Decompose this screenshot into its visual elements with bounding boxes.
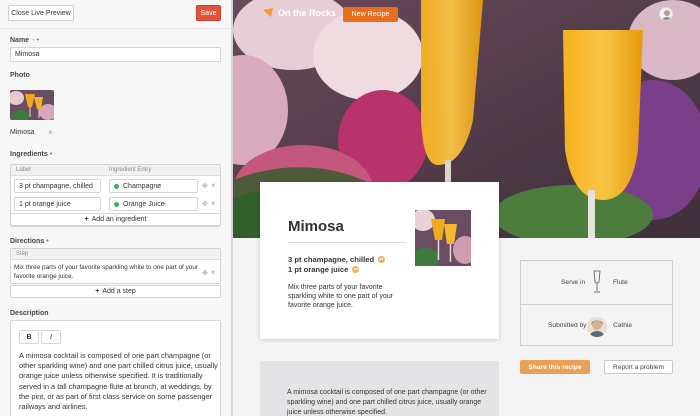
add-ingredient-button[interactable]: + Add an ingredient (10, 213, 221, 226)
recipe-info-box: Serve in Flute Submitted by Cathie (520, 260, 673, 346)
matched-status-dot (114, 201, 119, 207)
description-editor[interactable]: B I A mimosa cocktail is composed of one… (10, 320, 221, 416)
directions-table: Step Mix three parts of your favorite sp… (10, 248, 221, 284)
required-marker: • (36, 37, 40, 44)
live-preview: On the Rocks New Recipe Mimosa 3 pt cham… (233, 0, 700, 416)
recipe-editor-panel: Close Live Preview Save Name ◔ • Mimosa Ph… (0, 0, 231, 416)
share-recipe-button[interactable]: Share this recipe (520, 360, 590, 374)
brand-logo[interactable]: On the Rocks (262, 8, 336, 18)
recipe-title: Mimosa (288, 218, 344, 235)
ingredient-item: 3 pt champagne, chilled ⇄ (288, 255, 386, 264)
ingredient-label-input[interactable]: 3 pt champagne, chilled (14, 179, 101, 193)
submitted-by-label: Submitted by (548, 322, 587, 329)
ingredients-table-header: Label Ingredient Entry (11, 165, 220, 176)
column-ingredient-entry: Ingredient Entry (109, 167, 152, 173)
submitter-name: Cathie (613, 322, 633, 329)
serve-in-label: Serve in (561, 279, 586, 286)
description-text[interactable]: A mimosa cocktail is composed of one par… (19, 351, 219, 412)
photo-thumbnail[interactable] (10, 90, 54, 120)
ingredient-text: 3 pt champagne, chilled (288, 255, 375, 264)
toolbar-divider (0, 28, 231, 29)
column-step: Step (16, 251, 29, 257)
flute-glass-icon (593, 270, 601, 293)
new-recipe-button[interactable]: New Recipe (343, 7, 398, 22)
info-divider (521, 304, 672, 305)
remove-row-icon[interactable]: × (211, 199, 216, 208)
close-live-preview-button[interactable]: Close Live Preview (8, 5, 74, 21)
swap-icon[interactable]: ⇄ (378, 256, 386, 263)
glass-type: Flute (613, 279, 628, 286)
ingredient-entry-value: Orange Juice (123, 200, 165, 208)
description-label: Description (10, 310, 49, 317)
remove-row-icon[interactable]: × (211, 181, 216, 190)
direction-step-input[interactable]: Mix three parts of your favorite sparkli… (14, 263, 199, 281)
ingredient-entry-field[interactable]: Orange Juice × (109, 197, 198, 211)
ingredients-table: Label Ingredient Entry 3 pt champagne, c… (10, 164, 221, 227)
recipe-photo (411, 209, 477, 268)
plus-icon: + (95, 288, 100, 295)
eye-icon[interactable]: ◔ (31, 38, 35, 44)
drag-handle-icon[interactable]: ✥ (202, 269, 208, 277)
drag-handle-icon[interactable]: ✥ (202, 200, 208, 208)
ingredient-item: 1 pt orange juice ⇄ (288, 265, 360, 274)
user-avatar[interactable] (659, 7, 673, 21)
brand-name: On the Rocks (278, 8, 337, 18)
bold-button[interactable]: B (19, 330, 39, 344)
recipe-card: Mimosa 3 pt champagne, chilled ⇄ 1 pt ora… (260, 182, 499, 339)
remove-photo-icon[interactable]: × (48, 128, 53, 137)
column-label: Label (16, 167, 31, 173)
swap-icon[interactable]: ⇄ (352, 266, 360, 273)
italic-button[interactable]: I (41, 330, 61, 344)
ingredient-entry-field[interactable]: Champagne × (109, 179, 198, 193)
matched-status-dot (114, 183, 119, 189)
name-input[interactable]: Mimosa (10, 47, 221, 62)
add-step-button[interactable]: + Add a step (10, 285, 221, 298)
drag-handle-icon[interactable]: ✥ (202, 182, 208, 190)
clear-entry-icon[interactable]: × (156, 182, 161, 191)
name-label-text: Name (10, 37, 30, 44)
required-marker: • (46, 238, 49, 245)
name-label: Name ◔ • (10, 37, 39, 44)
photo-filename: Mimosa (10, 129, 35, 136)
add-step-label: Add a step (102, 288, 136, 295)
plus-icon: + (84, 216, 89, 223)
title-divider (288, 242, 406, 243)
report-problem-button[interactable]: Report a problem (604, 360, 673, 374)
directions-label: Directions • (10, 238, 49, 245)
photo-label: Photo (10, 72, 30, 79)
directions-table-header: Step (11, 249, 220, 260)
recipe-directions: Mix three parts of your favorite sparkli… (288, 284, 394, 309)
clear-entry-icon[interactable]: × (162, 200, 167, 209)
description-panel: A mimosa cocktail is composed of one par… (260, 361, 499, 416)
add-ingredient-label: Add an ingredient (91, 216, 147, 223)
ingredient-text: 1 pt orange juice (288, 265, 349, 274)
ingredient-label-input[interactable]: 1 pt orange juice (14, 197, 101, 211)
ingredients-label: Ingredients • (10, 151, 52, 158)
required-marker: • (49, 151, 53, 158)
recipe-description: A mimosa cocktail is composed of one par… (287, 389, 487, 416)
save-button[interactable]: Save (196, 5, 221, 21)
submitter-avatar[interactable] (587, 317, 607, 337)
directions-label-text: Directions (10, 238, 45, 245)
ingredients-label-text: Ingredients (10, 151, 48, 158)
logo-icon (263, 8, 273, 17)
remove-step-icon[interactable]: × (211, 268, 216, 277)
